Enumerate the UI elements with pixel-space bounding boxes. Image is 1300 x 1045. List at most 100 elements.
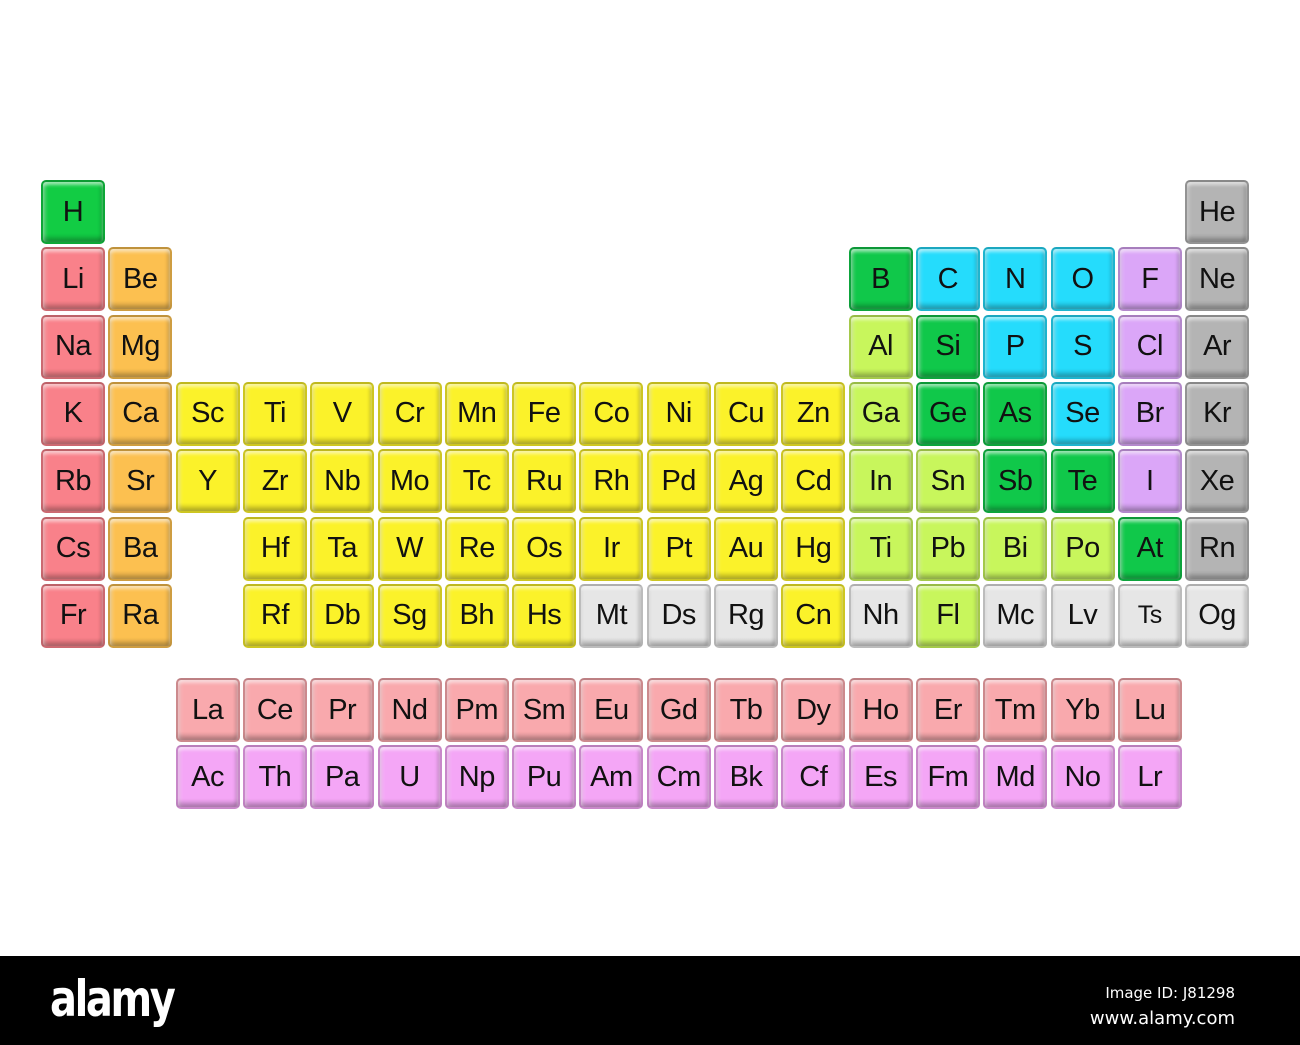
element-symbol: Sc — [191, 397, 225, 430]
element-tile-p: P — [983, 314, 1048, 379]
element-tile-si: Si — [915, 314, 980, 379]
element-symbol: Ir — [603, 532, 620, 564]
element-tile-pa: Pa — [310, 745, 375, 810]
element-symbol: Ac — [191, 760, 225, 793]
element-tile-cd: Cd — [781, 449, 846, 514]
element-symbol: Bi — [1002, 532, 1028, 564]
element-tile-in: In — [848, 449, 913, 514]
element-symbol: I — [1146, 464, 1154, 497]
element-tile-kr: Kr — [1185, 381, 1250, 446]
element-tile-o: O — [1050, 247, 1115, 312]
element-tile-nb: Nb — [310, 449, 375, 514]
element-symbol: Al — [868, 330, 893, 363]
element-tile-fl: Fl — [915, 583, 980, 648]
element-symbol: Am — [590, 760, 633, 793]
element-tile-ce: Ce — [242, 678, 307, 742]
element-symbol: He — [1199, 195, 1236, 228]
element-tile-n: N — [983, 247, 1048, 312]
element-symbol: Pm — [455, 693, 499, 726]
element-tile-ir: Ir — [579, 516, 644, 581]
element-symbol: Au — [728, 532, 764, 564]
element-tile-ac: Ac — [175, 745, 240, 810]
element-symbol: Ru — [526, 464, 563, 497]
element-tile-cm: Cm — [646, 745, 711, 810]
element-symbol: Es — [864, 760, 898, 793]
element-symbol: Cm — [656, 760, 702, 793]
element-tile-ts: Ts — [1117, 583, 1182, 648]
watermark-footer: alamy Image ID: J81298 www.alamy.com — [0, 956, 1300, 1045]
element-tile-tm: Tm — [983, 678, 1048, 742]
element-symbol: Rg — [727, 599, 765, 632]
element-symbol: Li — [62, 262, 84, 295]
element-tile-pd: Pd — [646, 449, 711, 514]
element-tile-at: At — [1117, 516, 1182, 581]
element-tile-li: Li — [41, 247, 105, 312]
element-symbol: Ga — [861, 397, 900, 430]
element-symbol: In — [869, 464, 893, 497]
element-tile-tc: Tc — [444, 449, 509, 514]
element-symbol: Cn — [795, 599, 832, 632]
element-symbol: Pu — [526, 760, 562, 793]
element-tile-ne: Ne — [1185, 247, 1250, 312]
element-symbol: Cf — [799, 760, 828, 793]
element-tile-fe: Fe — [512, 381, 577, 446]
element-tile-b: B — [848, 247, 913, 312]
element-symbol: La — [191, 693, 224, 726]
element-symbol: B — [871, 262, 891, 295]
element-symbol: Ni — [665, 397, 692, 430]
element-symbol: Fl — [936, 599, 960, 632]
element-tile-s: S — [1050, 314, 1115, 379]
element-tile-cu: Cu — [714, 381, 778, 446]
element-symbol: At — [1136, 532, 1164, 564]
element-symbol: Cs — [55, 532, 91, 564]
element-tile-rg: Rg — [714, 583, 778, 648]
element-tile-bk: Bk — [714, 745, 778, 810]
element-tile-al: Al — [848, 314, 913, 379]
element-tile-ti: Ti — [848, 516, 913, 581]
element-tile-mn: Mn — [444, 381, 509, 446]
element-tile-zn: Zn — [781, 381, 846, 446]
element-symbol: Cu — [727, 397, 765, 430]
element-tile-po: Po — [1050, 516, 1115, 581]
element-symbol: Mo — [389, 464, 430, 497]
element-tile-pu: Pu — [512, 745, 577, 810]
element-symbol: Pr — [328, 693, 357, 726]
element-tile-bi: Bi — [983, 516, 1048, 581]
element-symbol: Os — [526, 532, 563, 564]
element-tile-lr: Lr — [1117, 745, 1182, 810]
element-tile-md: Md — [983, 745, 1048, 810]
element-symbol: Ho — [862, 693, 900, 726]
element-symbol: Fe — [527, 397, 561, 430]
element-symbol: Br — [1135, 397, 1165, 430]
element-symbol: K — [63, 397, 83, 430]
element-symbol: Cr — [394, 397, 425, 430]
element-tile-h: H — [41, 180, 105, 244]
element-symbol: Ts — [1137, 601, 1163, 630]
periodic-table: H He Li Be B C N O F Ne Na Mg Al Si P S Cl Ar K Ca Sc Ti V Cr Mn… — [0, 0, 1300, 950]
element-symbol: Pb — [930, 532, 966, 564]
element-tile-bh: Bh — [444, 583, 509, 648]
element-symbol: C — [937, 262, 959, 295]
element-tile-ga: Ga — [848, 381, 913, 446]
element-tile-zr: Zr — [242, 449, 307, 514]
element-tile-sn: Sn — [915, 449, 980, 514]
element-tile-cf: Cf — [781, 745, 846, 810]
element-symbol: S — [1073, 330, 1092, 363]
element-symbol: Ge — [929, 397, 967, 430]
element-symbol: Hg — [795, 532, 832, 564]
element-symbol: Xe — [1199, 464, 1235, 497]
element-tile-hg: Hg — [781, 516, 846, 581]
element-symbol: Se — [1065, 397, 1100, 430]
element-tile-ti: Ti — [242, 381, 307, 446]
element-symbol: Nb — [324, 464, 361, 497]
element-tile-ta: Ta — [310, 516, 375, 581]
element-symbol: Tb — [729, 693, 763, 726]
element-tile-cl: Cl — [1117, 314, 1182, 379]
element-symbol: Lu — [1134, 693, 1166, 726]
element-symbol: Ra — [122, 599, 159, 632]
element-tile-br: Br — [1117, 381, 1182, 446]
element-symbol: Cd — [795, 464, 832, 497]
element-tile-lv: Lv — [1050, 583, 1115, 648]
element-symbol: Mc — [996, 599, 1035, 632]
element-symbol: Tc — [462, 464, 492, 497]
